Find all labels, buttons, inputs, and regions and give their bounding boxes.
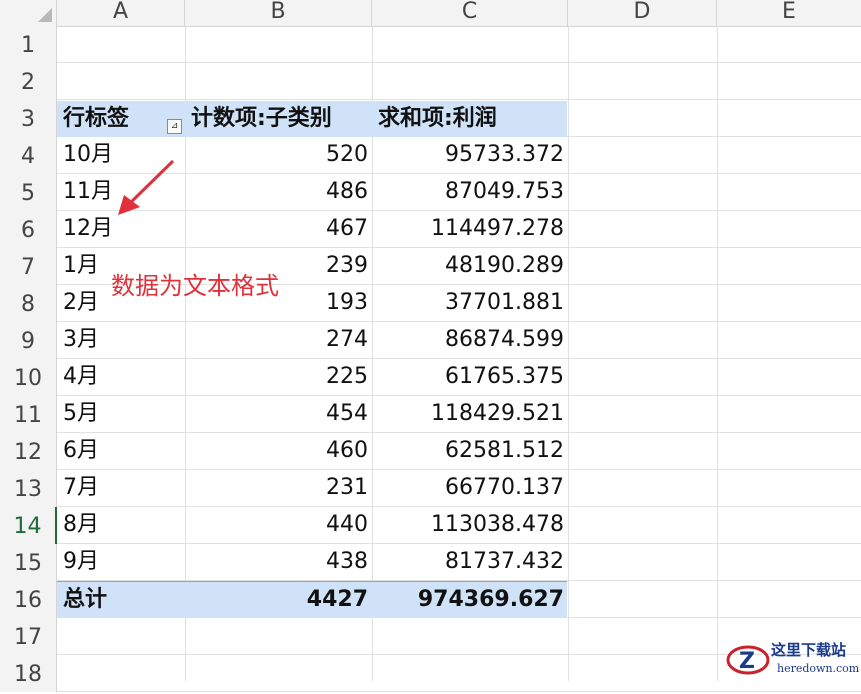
row-header-6[interactable]: 6 [0, 211, 57, 248]
pivot-total-count[interactable]: 4427 [185, 581, 372, 617]
annotation-arrow-icon [118, 159, 175, 215]
row-header-5[interactable]: 5 [0, 174, 57, 211]
pivot-row-label[interactable]: 6月 [57, 432, 185, 468]
pivot-total-label[interactable]: 总计 [57, 581, 185, 617]
pivot-row-label[interactable]: 5月 [57, 395, 185, 431]
pivot-count-value[interactable]: 467 [185, 210, 372, 246]
pivot-sum-value[interactable]: 87049.753 [372, 173, 568, 209]
pivot-count-value[interactable]: 274 [185, 321, 372, 357]
pivot-count-value[interactable]: 454 [185, 395, 372, 431]
gridline [717, 26, 718, 681]
pivot-sum-value[interactable]: 66770.137 [372, 469, 568, 505]
column-header-a[interactable]: A [57, 0, 185, 26]
pivot-sum-value[interactable]: 37701.881 [372, 284, 568, 320]
filter-dropdown-icon[interactable]: ⊿ [167, 119, 182, 134]
pivot-sum-value[interactable]: 48190.289 [372, 247, 568, 283]
gridline [57, 62, 861, 63]
row-header-9[interactable]: 9 [0, 322, 57, 359]
pivot-count-value[interactable]: 438 [185, 543, 372, 579]
pivot-sum-value[interactable]: 118429.521 [372, 395, 568, 431]
pivot-sum-value[interactable]: 61765.375 [372, 358, 568, 394]
pivot-sum-value[interactable]: 86874.599 [372, 321, 568, 357]
pivot-count-header[interactable]: 计数项:子类别 [185, 100, 372, 136]
row-header-4[interactable]: 4 [0, 137, 57, 174]
pivot-row-label[interactable]: 7月 [57, 469, 185, 505]
pivot-count-value[interactable]: 440 [185, 506, 372, 542]
gridline [57, 691, 861, 692]
row-header-10[interactable]: 10 [0, 359, 57, 396]
pivot-sum-value[interactable]: 81737.432 [372, 543, 568, 579]
pivot-total-sum[interactable]: 974369.627 [372, 581, 568, 617]
select-all-corner[interactable] [0, 0, 57, 26]
row-header-1[interactable]: 1 [0, 26, 57, 63]
pivot-sum-value[interactable]: 62581.512 [372, 432, 568, 468]
pivot-sum-value[interactable]: 114497.278 [372, 210, 568, 246]
row-header-7[interactable]: 7 [0, 248, 57, 285]
pivot-row-label[interactable]: 9月 [57, 543, 185, 579]
watermark-logo: Z 这里下载站 heredown.com [725, 635, 861, 681]
row-header-15[interactable]: 15 [0, 544, 57, 581]
pivot-count-value[interactable]: 225 [185, 358, 372, 394]
column-header-b[interactable]: B [185, 0, 372, 26]
row-header-13[interactable]: 13 [0, 470, 57, 507]
annotation-text: 数据为文本格式 [111, 272, 279, 300]
row-header-11[interactable]: 11 [0, 396, 57, 433]
pivot-sum-value[interactable]: 113038.478 [372, 506, 568, 542]
row-header-18[interactable]: 18 [0, 655, 57, 692]
gridline [568, 26, 569, 681]
pivot-count-value[interactable]: 520 [185, 136, 372, 172]
column-header-d[interactable]: D [568, 0, 717, 26]
column-header-c[interactable]: C [372, 0, 568, 26]
svg-text:Z: Z [739, 649, 755, 674]
row-header-16[interactable]: 16 [0, 581, 57, 618]
pivot-sum-header[interactable]: 求和项:利润 [372, 100, 568, 136]
row-header-17[interactable]: 17 [0, 618, 57, 655]
pivot-row-label-header[interactable]: 行标签 [57, 100, 185, 136]
pivot-row-label[interactable]: 8月 [57, 506, 185, 542]
pivot-count-value[interactable]: 231 [185, 469, 372, 505]
row-header-12[interactable]: 12 [0, 433, 57, 470]
pivot-row-label[interactable]: 4月 [57, 358, 185, 394]
logo-icon: Z [726, 645, 770, 675]
row-header-8[interactable]: 8 [0, 285, 57, 322]
row-header-3[interactable]: 3 [0, 100, 57, 137]
pivot-row-label[interactable]: 3月 [57, 321, 185, 357]
column-header-e[interactable]: E [717, 0, 861, 26]
pivot-count-value[interactable]: 486 [185, 173, 372, 209]
row-header-2[interactable]: 2 [0, 63, 57, 100]
pivot-sum-value[interactable]: 95733.372 [372, 136, 568, 172]
row-header-14[interactable]: 14 [0, 507, 57, 544]
column-header-bar: A B C D E [0, 0, 861, 27]
pivot-count-value[interactable]: 460 [185, 432, 372, 468]
watermark-title: 这里下载站 [771, 641, 847, 659]
watermark-url: heredown.com [777, 662, 860, 675]
